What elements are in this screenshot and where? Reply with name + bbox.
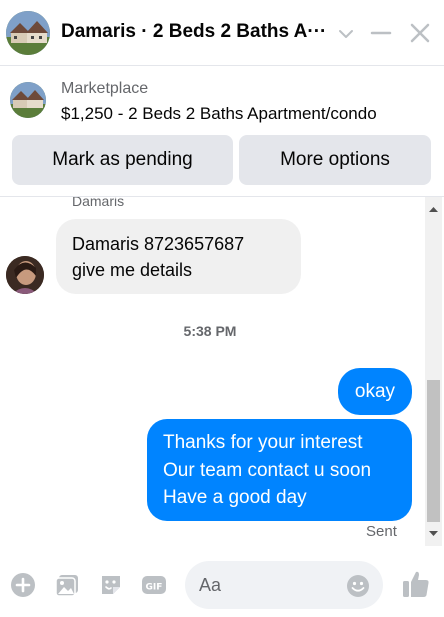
plus-icon[interactable] [10,572,36,598]
message-line: okay [354,380,396,402]
incoming-message[interactable]: Damaris 8723657687 give me details [56,219,301,294]
sender-avatar[interactable] [6,256,44,294]
message-list[interactable]: Damaris Damaris 8723657687 give me detai… [0,197,444,546]
message-line: Have a good day [163,487,307,508]
chat-title[interactable]: Damaris · 2 Beds 2 Baths A··· [61,21,327,43]
scroll-down-arrow-icon[interactable] [425,527,442,539]
listing-title[interactable]: $1,250 - 2 Beds 2 Baths Apartment/condo [61,104,377,124]
gif-icon[interactable]: GIF [141,572,167,598]
message-line: Our team contact u soon [163,459,372,481]
outgoing-message[interactable]: okay [338,368,412,415]
chat-header: Damaris · 2 Beds 2 Baths A··· [0,0,444,66]
message-timestamp: 5:38 PM [183,323,237,339]
minimize-icon[interactable] [368,20,394,46]
delivery-status: Sent [366,523,397,540]
scroll-up-arrow-icon[interactable] [425,204,442,216]
sticker-icon[interactable] [98,572,124,598]
chevron-down-icon[interactable] [336,24,356,44]
message-line: give me details [72,260,193,280]
message-scrollbar[interactable] [425,197,442,546]
thumbs-up-icon[interactable] [401,569,431,599]
marketplace-label: Marketplace [61,80,149,97]
message-composer: GIF [0,548,444,617]
message-line: Damaris 8723657687 [72,234,245,254]
outgoing-message[interactable]: Thanks for your interest Our team contac… [147,419,412,521]
listing-thumbnail[interactable] [10,82,46,118]
message-line: Thanks for your interest [163,432,363,453]
emoji-icon[interactable] [346,574,370,598]
photo-icon[interactable] [54,572,80,598]
mark-as-pending-button[interactable]: Mark as pending [12,135,233,185]
more-options-button[interactable]: More options [239,135,431,185]
svg-text:GIF: GIF [146,583,163,593]
scroll-thumb[interactable] [427,380,440,522]
sender-name: Damaris [72,197,125,209]
close-icon[interactable] [407,20,433,46]
listing-avatar[interactable] [6,11,50,55]
